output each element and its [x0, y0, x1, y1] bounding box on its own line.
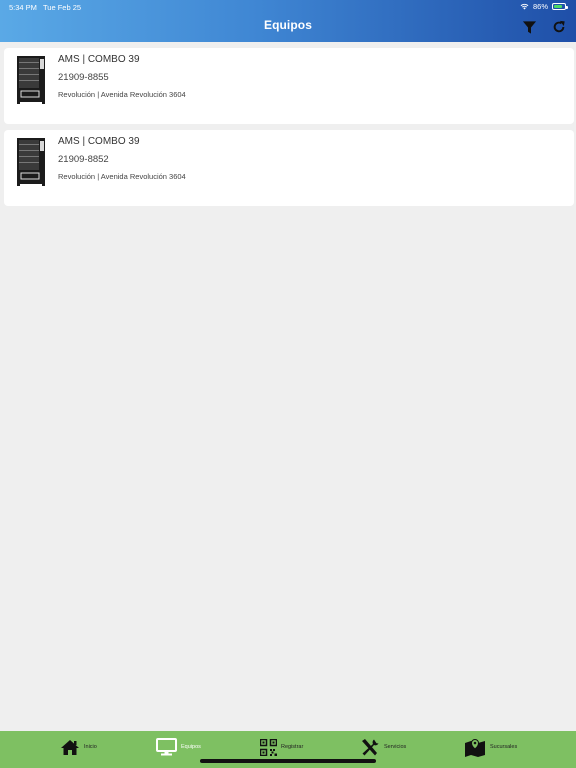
qr-code-icon — [260, 738, 277, 756]
tools-icon — [362, 738, 379, 755]
tab-label: Inicio — [84, 744, 97, 750]
vending-machine-icon — [17, 138, 45, 186]
equipment-serial: 21909-8855 — [58, 72, 109, 83]
battery-percent: 86% — [532, 2, 548, 11]
equipment-title: AMS | COMBO 39 — [58, 136, 140, 147]
tab-equipos[interactable]: Equipos — [156, 736, 201, 758]
equipment-list: AMS | COMBO 39 21909-8855 Revolución | A… — [4, 48, 574, 212]
page-title: Equipos — [263, 18, 313, 32]
battery-icon — [552, 3, 568, 10]
filter-button[interactable] — [520, 18, 538, 36]
monitor-icon — [156, 738, 177, 756]
equipment-card[interactable]: AMS | COMBO 39 21909-8852 Revolución | A… — [4, 130, 574, 206]
status-time: 5:34 PM — [9, 3, 37, 12]
status-bar: 5:34 PM Tue Feb 25 86% — [0, 0, 576, 14]
equipment-card[interactable]: AMS | COMBO 39 21909-8855 Revolución | A… — [4, 48, 574, 124]
tab-registrar[interactable]: Registrar — [260, 736, 303, 758]
home-icon — [61, 739, 79, 755]
header: 5:34 PM Tue Feb 25 86% Equipos — [0, 0, 576, 42]
refresh-icon — [553, 20, 565, 33]
status-date: Tue Feb 25 — [43, 3, 82, 12]
tab-label: Equipos — [181, 744, 201, 750]
filter-icon — [522, 20, 536, 34]
tab-label: Servicios — [384, 744, 407, 750]
equipment-location: Revolución | Avenida Revolución 3604 — [58, 90, 186, 99]
map-pin-icon — [465, 738, 485, 757]
equipment-title: AMS | COMBO 39 — [58, 54, 140, 65]
tab-sucursales[interactable]: Sucursales — [464, 736, 517, 758]
status-right: 86% — [520, 2, 568, 11]
equipment-location: Revolución | Avenida Revolución 3604 — [58, 172, 186, 181]
refresh-button[interactable] — [550, 18, 568, 36]
tab-inicio[interactable]: Inicio — [60, 736, 97, 758]
tab-label: Sucursales — [490, 744, 518, 750]
tab-servicios[interactable]: Servicios — [360, 736, 406, 758]
home-indicator — [200, 759, 376, 763]
vending-machine-icon — [17, 56, 45, 104]
wifi-icon — [520, 3, 529, 10]
tab-label: Registrar — [281, 744, 304, 750]
equipment-serial: 21909-8852 — [58, 154, 109, 165]
